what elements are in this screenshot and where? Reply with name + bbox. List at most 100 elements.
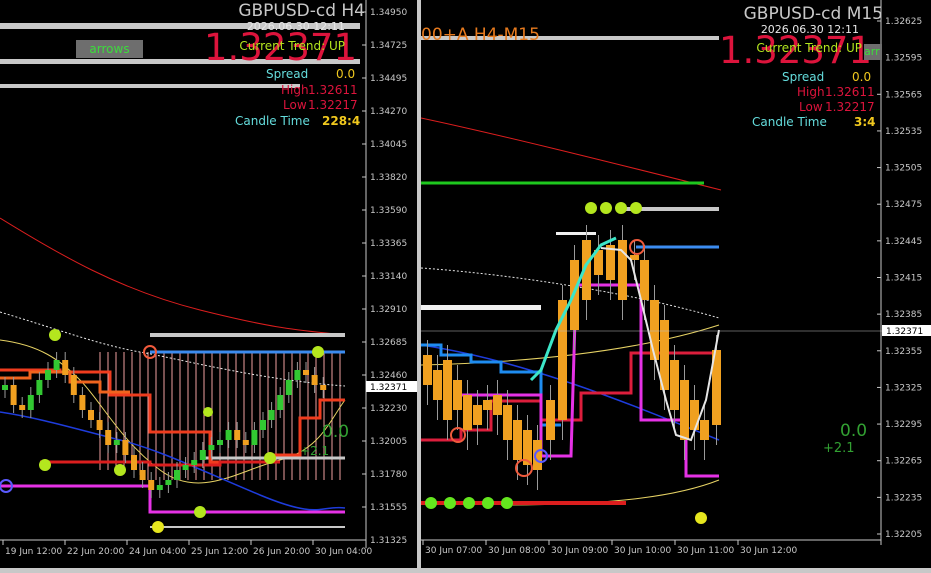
price-axis-label: 1.32325 bbox=[885, 383, 922, 393]
h4-signal-sun bbox=[152, 521, 164, 533]
chart-window-h4[interactable]: 1.34950 1.34725 1.34495 1.34270 1.34045 1.338… bbox=[0, 0, 417, 568]
m15-current-price-tag-text: 1.32371 bbox=[886, 327, 923, 337]
candle-body bbox=[690, 400, 699, 430]
candle-body bbox=[199, 450, 206, 460]
time-axis-label: 30 Jun 04:00 bbox=[315, 547, 372, 557]
m15-candle-time-value: 3:4 bbox=[854, 115, 876, 129]
time-axis-label: 25 Jun 12:00 bbox=[191, 547, 248, 557]
candle-body bbox=[53, 360, 60, 370]
candle-body bbox=[513, 420, 522, 460]
price-axis-label: 1.33140 bbox=[370, 272, 407, 282]
candle-body bbox=[19, 405, 26, 410]
h4-high-value: 1.32611 bbox=[308, 83, 358, 97]
time-axis-label: 30 Jun 07:00 bbox=[425, 546, 482, 556]
arrows-button[interactable]: arrows bbox=[76, 40, 143, 58]
candle-body bbox=[268, 410, 275, 420]
candle-body bbox=[546, 400, 555, 440]
h4-level-bar bbox=[0, 84, 300, 88]
candle-body bbox=[242, 440, 249, 445]
candle-body bbox=[483, 400, 492, 410]
h4-low-value: 1.32217 bbox=[308, 98, 358, 112]
candle-body bbox=[443, 360, 452, 420]
time-axis-label: 22 Jun 20:00 bbox=[67, 547, 124, 557]
price-axis-label: 1.31325 bbox=[370, 536, 407, 546]
candle-body bbox=[303, 370, 309, 375]
price-axis-label: 1.32205 bbox=[885, 530, 922, 540]
candle-body bbox=[182, 465, 189, 470]
candle-body bbox=[650, 300, 659, 360]
candle-body bbox=[680, 380, 689, 440]
m15-ma-red bbox=[421, 117, 722, 191]
candle-body bbox=[433, 370, 442, 400]
candle-body bbox=[234, 430, 241, 440]
price-axis-label: 1.32460 bbox=[370, 371, 407, 381]
candle-body bbox=[148, 480, 155, 490]
m15-time-labels: 30 Jun 07:00 30 Jun 08:00 30 Jun 09:00 30 J… bbox=[422, 540, 797, 556]
price-axis-label: 1.32685 bbox=[370, 338, 407, 348]
candle-body bbox=[113, 440, 120, 445]
price-axis-label: 1.34725 bbox=[370, 41, 407, 51]
price-axis-label: 1.32005 bbox=[370, 437, 407, 447]
m15-arrows-button[interactable]: arr bbox=[864, 44, 882, 60]
time-axis-label: 30 Jun 09:00 bbox=[551, 546, 608, 556]
candle-body bbox=[88, 410, 94, 420]
time-axis-label: 30 Jun 12:00 bbox=[740, 546, 797, 556]
candle-body bbox=[70, 375, 77, 395]
price-axis-label: 1.34950 bbox=[370, 8, 407, 18]
time-axis-label: 30 Jun 10:00 bbox=[614, 546, 671, 556]
candle-body bbox=[208, 445, 215, 450]
h4-candle-time-value: 228:4 bbox=[322, 114, 361, 128]
time-axis-label: 30 Jun 08:00 bbox=[488, 546, 545, 556]
h4-high-label: High bbox=[281, 83, 309, 97]
candle-body bbox=[285, 380, 292, 395]
h4-trend-magenta bbox=[0, 484, 345, 514]
candle-body bbox=[79, 395, 86, 410]
m15-high-value: 1.32611 bbox=[825, 85, 875, 99]
m15-signal-dots-top bbox=[585, 202, 642, 214]
candle-body bbox=[217, 440, 223, 445]
price-axis-label: 1.32475 bbox=[885, 200, 922, 210]
candle-body bbox=[122, 440, 129, 455]
candle-body bbox=[191, 460, 198, 465]
h4-current-trend: Current Trend: UP bbox=[239, 39, 345, 53]
price-axis-label: 1.32295 bbox=[885, 420, 922, 430]
h4-signal-dot bbox=[114, 464, 126, 476]
h4-ma-red bbox=[0, 217, 346, 336]
chart-window-m15[interactable]: 1.32625 1.32595 1.32565 1.32535 1.32505 1.324… bbox=[421, 0, 931, 568]
m15-pips-value: 0.0 bbox=[840, 421, 867, 441]
h4-spread-value: 0.0 bbox=[336, 67, 356, 81]
candle-body bbox=[27, 395, 34, 410]
time-axis-label: 19 Jun 12:00 bbox=[5, 547, 62, 557]
h4-signal-dot bbox=[49, 329, 61, 341]
h4-signal-dot bbox=[312, 346, 324, 358]
candle-body bbox=[700, 420, 709, 440]
candle-body bbox=[96, 420, 103, 430]
candle-body bbox=[156, 485, 163, 490]
price-axis-label: 1.32265 bbox=[885, 457, 922, 467]
m15-low-label: Low bbox=[799, 100, 823, 114]
m15-spread-value: 0.0 bbox=[852, 70, 872, 84]
m15-high-label: High bbox=[797, 85, 825, 99]
m15-signal-sun bbox=[695, 512, 707, 524]
price-axis-label: 1.32385 bbox=[885, 310, 922, 320]
candle-body bbox=[105, 430, 112, 445]
h4-signal-dot bbox=[39, 459, 51, 471]
m15-price-labels: 1.32625 1.32595 1.32565 1.32535 1.32505 1.324… bbox=[877, 17, 922, 540]
price-axis-label: 1.32445 bbox=[885, 237, 922, 247]
price-axis-label: 1.34495 bbox=[370, 74, 407, 84]
price-axis-label: 1.31780 bbox=[370, 470, 407, 480]
candle-body bbox=[503, 405, 512, 440]
h4-pips-change: +2.1 bbox=[300, 444, 329, 458]
h4-timestamp: 2026.06.30 12:11 bbox=[246, 20, 345, 33]
price-axis-label: 1.33590 bbox=[370, 206, 407, 216]
m15-pips-change: +2.1 bbox=[823, 441, 855, 456]
m15-candle-time-label: Candle Time bbox=[752, 115, 827, 129]
m15-current-trend: Current Trend: UP bbox=[756, 41, 862, 55]
price-axis-label: 1.32230 bbox=[370, 404, 407, 414]
candle-body bbox=[36, 380, 43, 395]
price-axis-label: 1.32910 bbox=[370, 305, 407, 315]
h4-price-labels: 1.34950 1.34725 1.34495 1.34270 1.34045 1.338… bbox=[362, 8, 407, 546]
candle-body bbox=[165, 480, 172, 485]
candle-body bbox=[294, 370, 301, 380]
h4-signal-dot bbox=[203, 407, 213, 417]
